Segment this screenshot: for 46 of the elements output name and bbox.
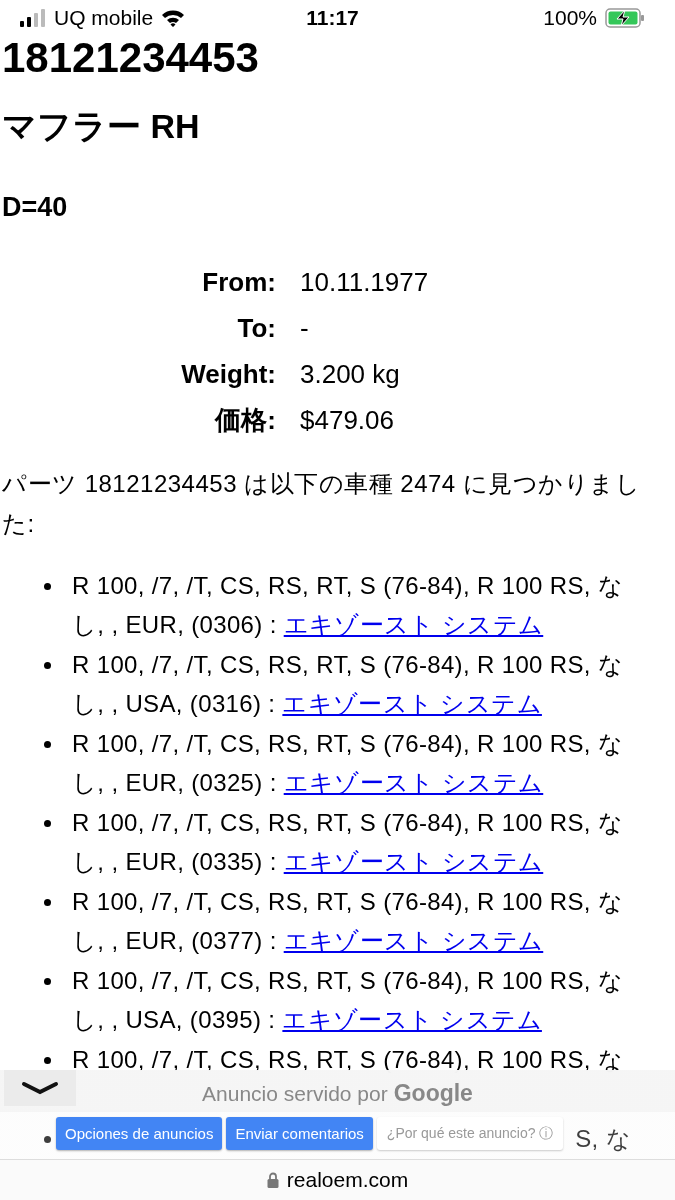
detail-label: From: (201, 266, 276, 299)
bullet-icon (44, 741, 51, 748)
part-name: マフラー RH (2, 106, 201, 147)
model-text: R 100, /7, /T, CS, RS, RT, S (76-84), R 100 RS, なし, , USA, (0395) : エキゾースト システム (72, 966, 625, 1035)
detail-value: - (300, 312, 310, 345)
google-logo: Google (393, 1080, 473, 1107)
model-text: R 100, /7, /T, CS, RS, RT, S (76-84), R 100 RS, なし, , EUR, (0306) : エキゾースト システム (72, 571, 625, 640)
part-note: D=40 (2, 191, 69, 224)
detail-value: 10.11.1977 (300, 266, 430, 299)
carrier-name: UQ mobile (54, 6, 154, 30)
ad-button[interactable]: Opciones de anuncios (56, 1117, 223, 1150)
model-text: R 100, /7, /T, CS, RS, RT, S (76-84), R 100 RS, なし, , EUR, (0377) : エキゾースト システム (72, 887, 625, 956)
bullet-icon (44, 899, 51, 906)
battery-charging-icon (605, 8, 645, 28)
bullet-icon (44, 1057, 51, 1064)
model-text: S, な (575, 1124, 631, 1154)
detail-label: 価格: (213, 404, 276, 437)
intro-text: パーツ 18121234453 は以下の車種 2474 に見つかりました: (2, 469, 642, 539)
model-link[interactable]: エキゾースト システム (283, 927, 544, 954)
bullet-icon (44, 978, 51, 985)
detail-value: $479.06 (300, 404, 395, 437)
ad-caption: Anuncio servido por (202, 1082, 388, 1106)
detail-label: Weight: (180, 358, 276, 391)
model-text: R 100, /7, /T, CS, RS, RT, S (76-84), R 100 RS, なし, , USA, (0316) : エキゾースト システム (72, 650, 625, 719)
battery-percent: 100% (543, 6, 597, 30)
chevron-down-icon (20, 1080, 60, 1096)
bullet-icon (44, 820, 51, 827)
ad-button[interactable]: Enviar comentarios (226, 1117, 373, 1150)
model-text: R 100, /7, /T, CS, RS, RT, S (76-84), R 100 RS, なし, , EUR, (0325) : エキゾースト システム (72, 729, 625, 798)
detail-label: To: (236, 312, 276, 345)
model-link[interactable]: エキゾースト システム (282, 690, 542, 717)
address-bar[interactable]: realoem.com (0, 1159, 675, 1200)
model-link[interactable]: エキゾースト システム (283, 769, 544, 796)
clock-time: 11:17 (306, 6, 359, 30)
lock-icon (266, 1172, 279, 1188)
part-number: 18121234453 (2, 36, 260, 80)
model-link[interactable]: エキゾースト システム (282, 1006, 542, 1033)
model-link[interactable]: エキゾースト システム (283, 848, 544, 875)
collapse-button[interactable] (4, 1070, 76, 1106)
detail-value: 3.200 kg (300, 358, 401, 391)
signal-icon (20, 9, 46, 27)
model-text: R 100, /7, /T, CS, RS, RT, S (76-84), R 100 RS, なし, , EUR, (0335) : エキゾースト システム (72, 808, 625, 877)
bullet-icon (44, 662, 51, 669)
bullet-icon (44, 583, 51, 590)
wifi-icon (161, 9, 186, 27)
model-link[interactable]: エキゾースト システム (283, 611, 544, 638)
